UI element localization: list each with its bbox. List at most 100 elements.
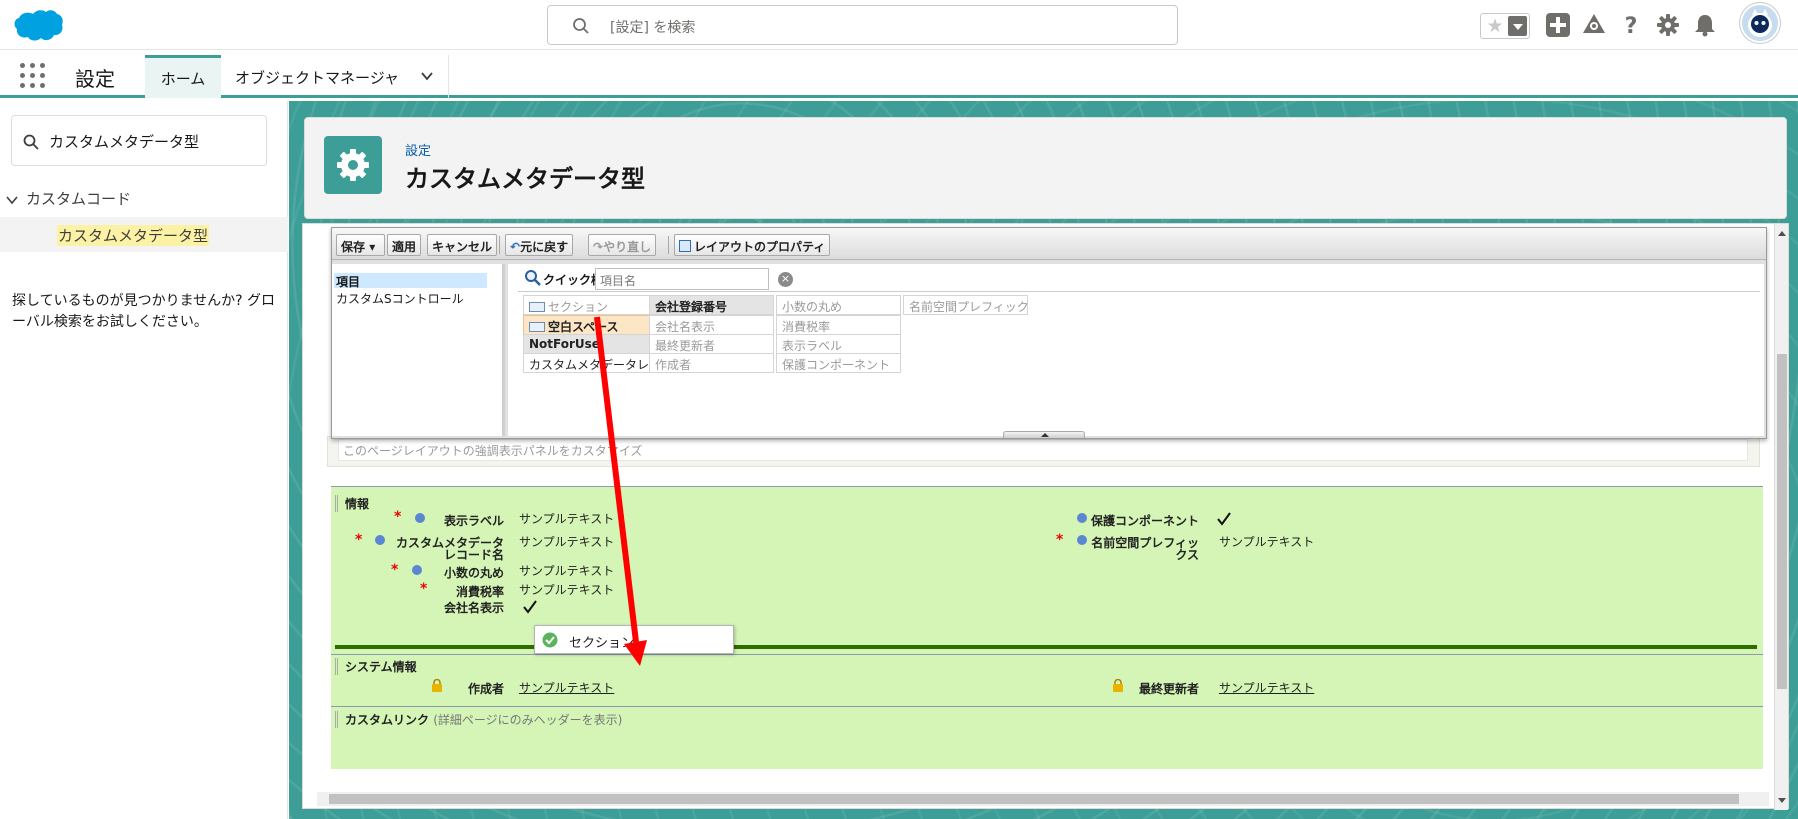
setup-gear-icon: [324, 136, 382, 194]
scroll-up-icon[interactable]: [1778, 231, 1786, 236]
vertical-scrollbar[interactable]: [1774, 224, 1788, 810]
sidebar-group-custom-code[interactable]: カスタムコード: [6, 188, 131, 209]
global-search-box[interactable]: [設定] を検索: [547, 5, 1178, 45]
field-label-last-modified[interactable]: 最終更新者: [1121, 683, 1199, 695]
field-indicator-dot: [415, 513, 425, 523]
gear-icon[interactable]: [1655, 12, 1681, 38]
scroll-down-icon[interactable]: [1778, 798, 1786, 803]
user-avatar[interactable]: [1740, 3, 1780, 43]
tab-object-manager[interactable]: オブジェクトマネージャ: [221, 55, 449, 98]
global-header: [設定] を検索 ★ ?: [0, 0, 1798, 50]
undo-button[interactable]: ↶元に戻す: [505, 234, 574, 256]
checkmark-icon: [1217, 512, 1231, 526]
layout-properties-label: レイアウトのプロパティ: [694, 240, 826, 254]
field-value-created-by: サンプルテキスト: [519, 681, 615, 695]
palette-collapse-handle[interactable]: [1003, 431, 1085, 438]
field-label-tax-rate[interactable]: 消費税率: [431, 586, 504, 598]
field-value-last-modified: サンプルテキスト: [1219, 681, 1315, 695]
quick-find-input[interactable]: カスタムメタデータ型: [11, 115, 267, 166]
required-marker: *: [1056, 532, 1064, 548]
horizontal-scrollbar[interactable]: [317, 792, 1769, 806]
checkmark-icon: [523, 600, 537, 614]
field-indicator-dot: [1077, 513, 1087, 523]
section-divider: [331, 486, 1763, 487]
field-value-decimal-round: サンプルテキスト: [519, 564, 615, 578]
palette-item-tax-rate[interactable]: 消費税率: [776, 315, 901, 335]
section-title-custom-links[interactable]: カスタムリンク (詳細ページにのみヘッダーを表示): [335, 711, 622, 728]
custom-links-title: カスタムリンク: [345, 713, 430, 727]
required-marker: *: [391, 562, 399, 578]
field-value-display-label: サンプルテキスト: [519, 512, 615, 526]
palette-category-fields[interactable]: 項目: [334, 273, 487, 289]
setup-sidebar: カスタムメタデータ型 カスタムコード カスタムメタデータ型 探しているものが見つ…: [0, 101, 288, 819]
field-indicator-dot: [1077, 535, 1087, 545]
redo-button[interactable]: ↷やり直し: [588, 234, 657, 256]
global-actions-plus-icon[interactable]: [1545, 12, 1571, 38]
palette-item-namespace-prefix[interactable]: 名前空間プレフィックス: [903, 295, 1028, 315]
palette-item-label: セクション: [548, 300, 609, 314]
field-label-company-display[interactable]: 会社名表示: [421, 602, 504, 614]
palette-item-decimal-round[interactable]: 小数の丸め: [776, 295, 901, 315]
field-label-display-label[interactable]: 表示ラベル: [431, 515, 504, 527]
magnifier-icon: [525, 270, 541, 286]
layout-toolbar: 保存 ▾ 適用 キャンセル ↶元に戻す ↷やり直し レイアウトのプロパティ: [332, 228, 1766, 260]
cancel-button[interactable]: キャンセル: [427, 234, 498, 256]
save-button-label: 保存: [341, 240, 366, 254]
sidebar-item-custom-metadata-types[interactable]: カスタムメタデータ型: [0, 217, 288, 252]
apply-button[interactable]: 適用: [387, 234, 422, 256]
sidebar-group-label: カスタムコード: [26, 190, 132, 208]
layout-properties-button[interactable]: レイアウトのプロパティ: [674, 234, 831, 256]
star-icon[interactable]: ★: [1483, 15, 1507, 37]
field-label-cmdt-record-name[interactable]: カスタムメタデータレコード名: [386, 537, 504, 561]
palette-item-protected-component[interactable]: 保護コンポーネント: [776, 353, 901, 373]
palette-item-company-reg[interactable]: 会社登録番号: [649, 295, 774, 315]
notifications-bell-icon[interactable]: [1692, 12, 1718, 38]
app-title: 設定: [75, 67, 115, 91]
palette-item-cmdt-record-name[interactable]: カスタムメタデータレコード名: [523, 353, 666, 373]
palette-item-blank-space[interactable]: 空白スペース: [523, 315, 666, 335]
palette-item-display-label[interactable]: 表示ラベル: [776, 334, 901, 354]
palette-item-last-modified[interactable]: 最終更新者: [649, 334, 774, 354]
quick-search-input[interactable]: 項目名: [595, 268, 769, 290]
scrollbar-thumb[interactable]: [329, 794, 1739, 804]
clear-search-icon[interactable]: ×: [778, 272, 793, 287]
field-label-decimal-round[interactable]: 小数の丸め: [431, 567, 504, 579]
required-marker: *: [355, 532, 363, 548]
toolbar-separator: [668, 236, 669, 254]
help-icon[interactable]: ?: [1618, 12, 1644, 38]
section-title-info[interactable]: 情報: [335, 495, 369, 512]
palette-item-company-display[interactable]: 会社名表示: [649, 315, 774, 335]
breadcrumb[interactable]: 設定: [405, 140, 431, 159]
palette-divider: [518, 291, 1760, 292]
favorites-dropdown-icon[interactable]: [1508, 16, 1527, 36]
palette-item-label: 空白スペース: [548, 320, 619, 334]
field-label-protected-component[interactable]: 保護コンポーネント: [1089, 515, 1199, 527]
save-button[interactable]: 保存 ▾: [336, 234, 385, 256]
palette-items-panel: クイック検索 項目名 × セクション 空白スペース NotForUse カスタム…: [508, 264, 1764, 436]
section-divider: [331, 706, 1763, 707]
field-value-tax-rate: サンプルテキスト: [519, 583, 615, 597]
undo-icon: ↶: [510, 240, 521, 254]
palette-item-notforuse[interactable]: NotForUse: [523, 334, 666, 354]
chevron-down-icon[interactable]: [420, 69, 434, 83]
trailhead-guidance-icon[interactable]: [1581, 12, 1607, 38]
section-title-system-info[interactable]: システム情報: [335, 658, 417, 675]
favorites-button[interactable]: ★: [1480, 13, 1530, 39]
palette-item-section[interactable]: セクション: [523, 295, 666, 315]
field-label-namespace-prefix[interactable]: 名前空間プレフィックス: [1089, 537, 1199, 561]
save-dropdown-icon[interactable]: ▾: [369, 240, 375, 254]
field-value-cmdt-record-name: サンプルテキスト: [519, 535, 615, 549]
palette-category-s-controls[interactable]: カスタムSコントロール: [336, 290, 464, 307]
highlights-panel[interactable]: このページレイアウトの強調表示パネルをカスタマイズ: [327, 436, 1760, 467]
page-title: カスタムメタデータ型: [405, 165, 645, 193]
page-header: 設定 カスタムメタデータ型: [304, 117, 1787, 219]
field-label-created-by[interactable]: 作成者: [443, 683, 504, 695]
section-icon: [529, 302, 545, 312]
app-launcher-icon[interactable]: [20, 63, 46, 89]
field-indicator-dot: [375, 535, 385, 545]
palette-item-created-by[interactable]: 作成者: [649, 353, 774, 373]
layout-editor-frame: このページレイアウトの強調表示パネルをカスタマイズ 情報 * 表示ラベル サンプ…: [302, 223, 1789, 810]
salesforce-logo-icon[interactable]: [12, 8, 64, 44]
scrollbar-thumb[interactable]: [1777, 354, 1787, 689]
tab-home[interactable]: ホーム: [145, 55, 221, 98]
